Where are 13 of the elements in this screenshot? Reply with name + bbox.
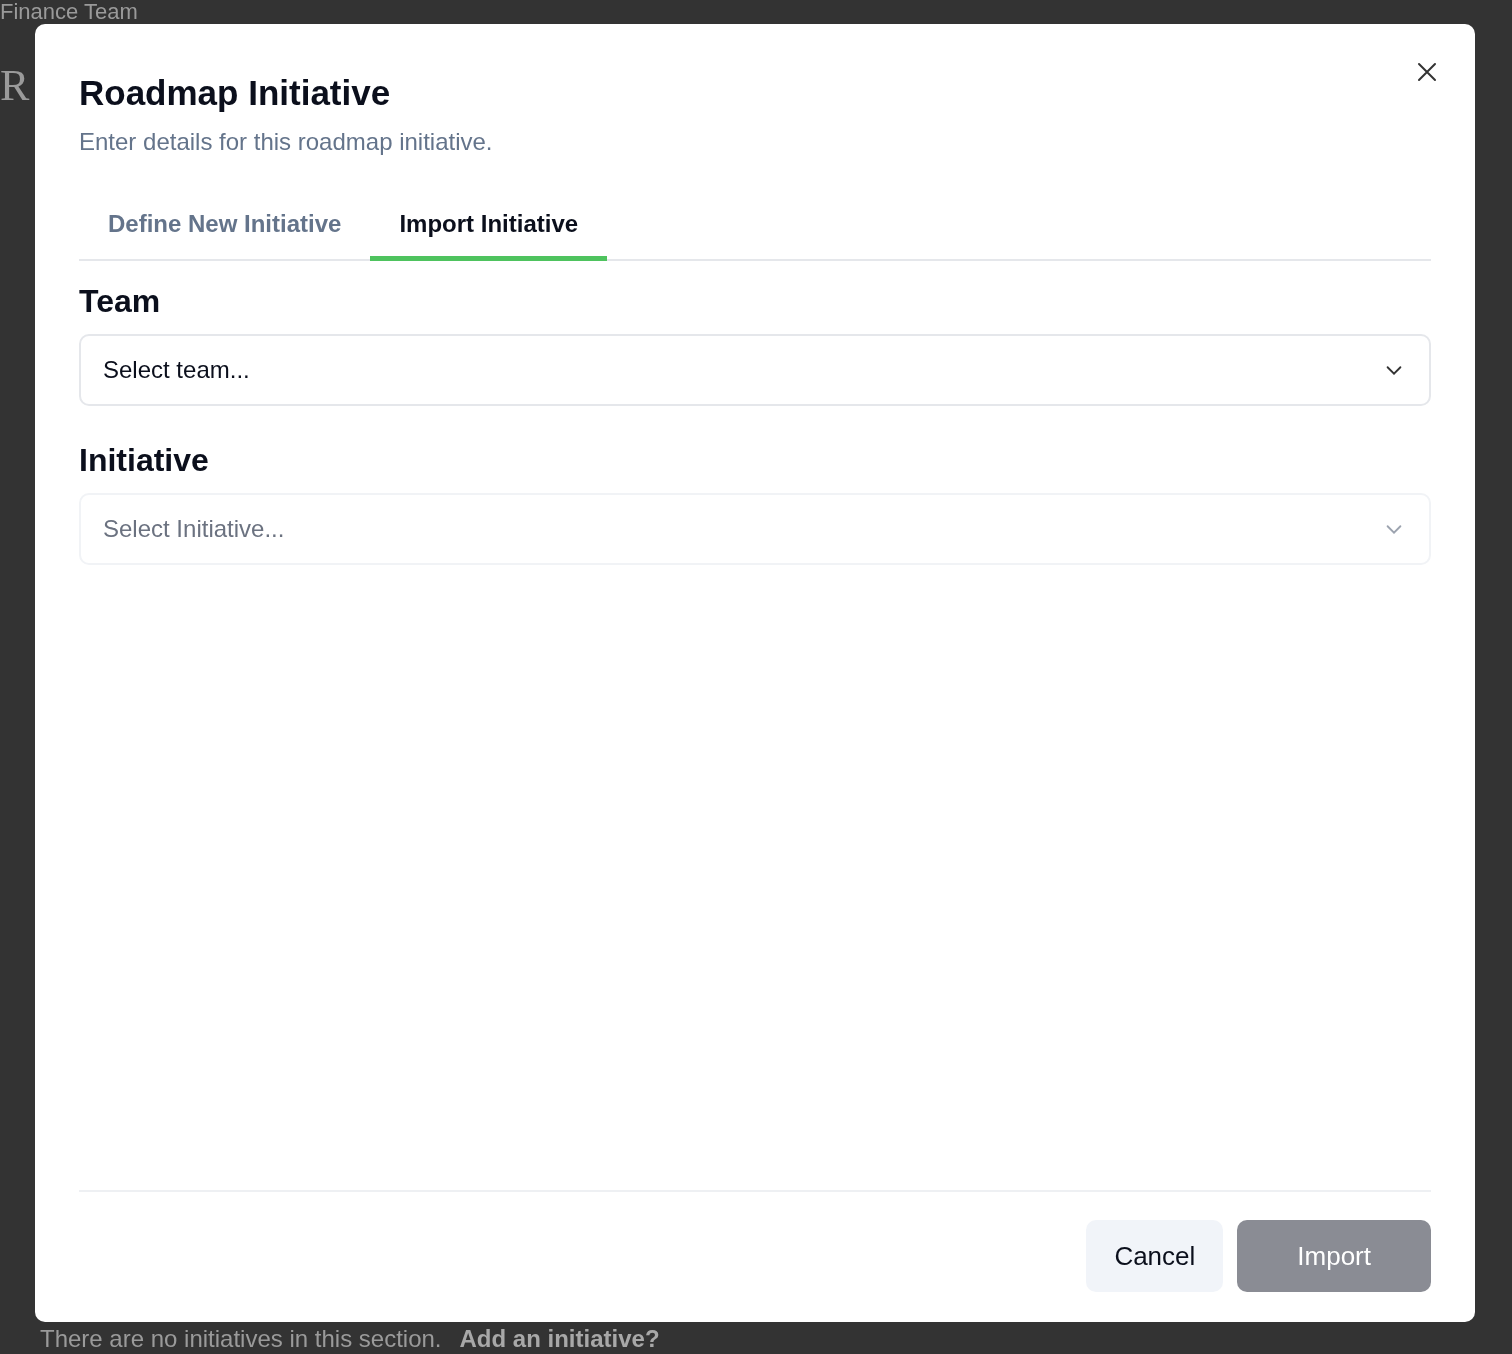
page-heading: R bbox=[0, 64, 30, 108]
select-field[interactable]: Select team... bbox=[79, 334, 1431, 406]
field-label: Team bbox=[79, 283, 161, 320]
field-label: Initiative bbox=[79, 442, 209, 479]
dialog-title: Roadmap Initiative bbox=[79, 72, 391, 114]
team-title: Finance Team bbox=[0, 0, 138, 24]
add-initiative-link[interactable]: Add an initiative? bbox=[459, 1325, 660, 1353]
tab[interactable]: Import Initiative bbox=[370, 198, 608, 261]
dialog-subtitle: Enter details for this roadmap initiative. bbox=[79, 128, 493, 156]
tab[interactable]: Define New Initiative bbox=[79, 198, 371, 261]
close-icon bbox=[1417, 62, 1437, 82]
empty-message: There are no initiatives in this section. bbox=[40, 1325, 442, 1353]
cancel-button[interactable]: Cancel bbox=[1086, 1220, 1224, 1292]
